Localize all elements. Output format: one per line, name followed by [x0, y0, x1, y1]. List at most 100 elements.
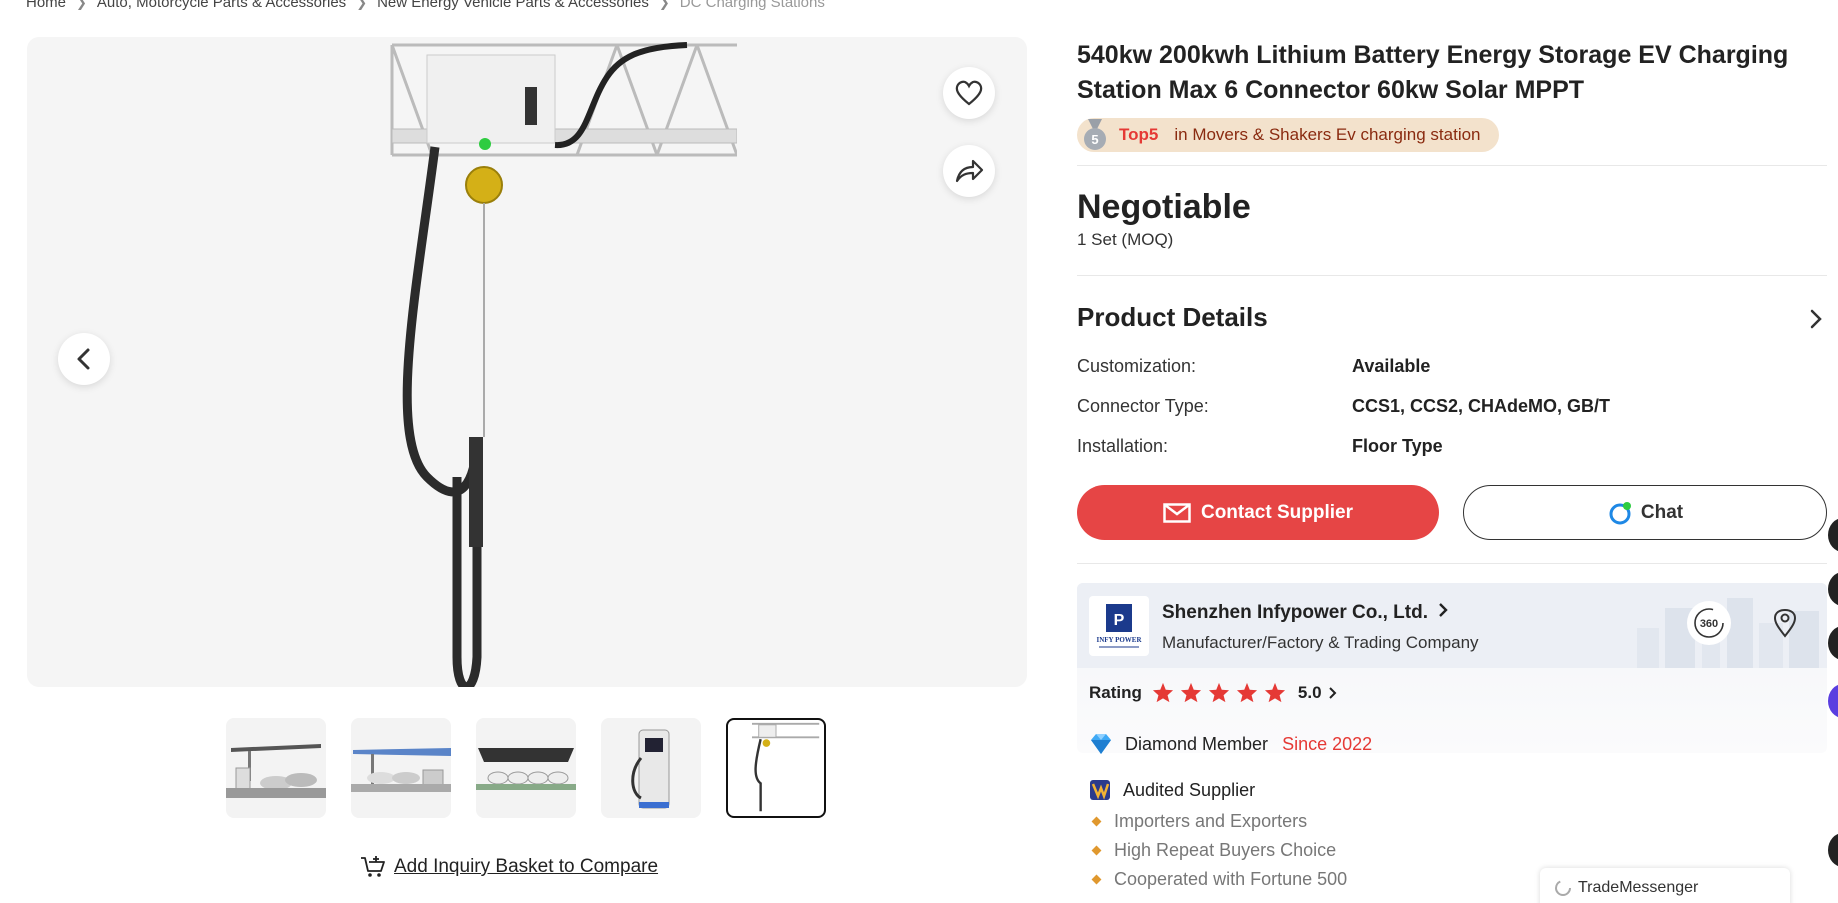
feature-repeat-buyers: High Repeat Buyers Choice	[1091, 840, 1337, 861]
thumbnail-image	[351, 748, 451, 792]
divider	[1077, 165, 1827, 166]
favorite-button[interactable]	[943, 67, 995, 119]
breadcrumb-home[interactable]: Home	[26, 0, 66, 11]
breadcrumb-current: DC Charging Stations	[679, 0, 825, 11]
divider	[1077, 275, 1827, 276]
thumbnail-4[interactable]	[601, 718, 701, 818]
divider	[1077, 563, 1827, 564]
heart-icon	[955, 80, 983, 106]
feature-label: Importers and Exporters	[1114, 811, 1308, 831]
chat-button[interactable]: Chat	[1463, 485, 1827, 540]
supplier-header: P INFY POWER Shenzhen Infypower Co., Ltd…	[1077, 583, 1827, 668]
share-button[interactable]	[943, 145, 995, 197]
spec-value-installation: Floor Type	[1352, 436, 1443, 456]
star-icon	[1236, 682, 1257, 703]
thumbnail-image	[752, 722, 820, 812]
star-icon	[1264, 682, 1285, 703]
rank-text: in Movers & Shakers Ev charging station	[1174, 125, 1481, 144]
floating-side-button[interactable]	[1828, 684, 1838, 718]
trademessenger-label: TradeMessenger	[1578, 879, 1699, 896]
thumbnail-image	[226, 744, 326, 798]
feature-importers: Importers and Exporters	[1091, 811, 1308, 832]
supplier-logo[interactable]: P INFY POWER	[1089, 596, 1149, 656]
spec-value-connector-type: CCS1, CCS2, CHAdeMO, GB/T	[1352, 396, 1611, 416]
chevron-right-icon: ❯	[658, 0, 670, 10]
breadcrumb-nev-parts[interactable]: New Energy Vehicle Parts & Accessories	[377, 0, 649, 11]
product-title: 540kw 200kwh Lithium Battery Energy Stor…	[1077, 41, 1789, 104]
prev-image-button[interactable]	[58, 333, 110, 385]
audited-badge-icon	[1090, 780, 1110, 800]
feature-label: High Repeat Buyers Choice	[1114, 840, 1337, 860]
product-details-title[interactable]: Product Details	[1077, 302, 1268, 333]
member-label: Diamond Member	[1125, 733, 1269, 754]
contact-supplier-button[interactable]: Contact Supplier	[1077, 485, 1439, 540]
contact-supplier-label: Contact Supplier	[1200, 501, 1353, 523]
thumbnail-image	[631, 729, 670, 809]
star-icon	[1152, 682, 1173, 703]
rank-top-label: Top5	[1119, 125, 1159, 144]
floating-side-button[interactable]	[1828, 572, 1838, 606]
medal-number: 5	[1091, 132, 1098, 147]
diamond-icon	[1091, 734, 1111, 754]
chevron-right-icon	[1810, 309, 1822, 329]
product-image-gallery[interactable]	[27, 37, 1027, 687]
360-label: 360	[1700, 618, 1718, 630]
audited-label: Audited Supplier	[1123, 779, 1256, 800]
floating-side-button[interactable]	[1828, 518, 1838, 552]
star-icon	[1208, 682, 1229, 703]
chat-label: Chat	[1640, 501, 1684, 523]
location-pin-icon	[1773, 608, 1797, 638]
share-icon	[955, 159, 984, 183]
location-button[interactable]	[1763, 601, 1807, 645]
bullet-icon	[1091, 874, 1102, 885]
chevron-left-icon	[77, 348, 90, 370]
supplier-card: P INFY POWER Shenzhen Infypower Co., Ltd…	[1077, 583, 1827, 753]
rating-row[interactable]: Rating 5.0	[1089, 682, 1338, 703]
breadcrumb: Home ❯ Auto, Motorcycle Parts & Accessor…	[26, 0, 825, 11]
rating-score: 5.0	[1297, 682, 1322, 702]
supplier-logo-text: INFY POWER	[1096, 636, 1142, 644]
cart-add-icon	[361, 856, 385, 877]
rating-label: Rating	[1089, 682, 1142, 702]
member-since: Since 2022	[1282, 733, 1373, 754]
chevron-right-icon: ❯	[356, 0, 368, 10]
spec-label-installation: Installation:	[1077, 436, 1169, 456]
floating-side-button[interactable]	[1828, 833, 1838, 867]
spec-label-connector-type: Connector Type:	[1077, 396, 1209, 416]
360-tour-button[interactable]: 360	[1687, 601, 1731, 645]
chevron-right-icon	[1439, 603, 1448, 617]
thumbnail-2[interactable]	[351, 718, 451, 818]
supplier-name-link[interactable]: Shenzhen Infypower Co., Ltd.	[1162, 602, 1449, 624]
thumbnail-5[interactable]	[726, 718, 826, 818]
breadcrumb-auto-parts[interactable]: Auto, Motorcycle Parts & Accessories	[97, 0, 346, 11]
mail-icon	[1163, 502, 1191, 523]
thumbnail-image	[476, 748, 576, 790]
inquiry-label: Add Inquiry Basket to Compare	[394, 856, 659, 877]
loading-spinner-icon	[1555, 880, 1571, 896]
supplier-logo-image: P INFY POWER	[1096, 604, 1142, 648]
svg-text:P: P	[1114, 612, 1125, 629]
thumbnail-3[interactable]	[476, 718, 576, 818]
feature-fortune-500: Cooperated with Fortune 500	[1091, 869, 1347, 890]
product-image	[390, 42, 737, 687]
360-view-icon: 360	[1694, 608, 1724, 638]
moq: 1 Set (MOQ)	[1077, 230, 1174, 249]
trademessenger-bar[interactable]: TradeMessenger	[1540, 868, 1790, 903]
chat-icon	[1609, 501, 1631, 524]
diamond-member-row[interactable]: Diamond Member Since 2022	[1089, 733, 1372, 755]
thumbnail-strip	[226, 718, 826, 818]
supplier-name: Shenzhen Infypower Co., Ltd.	[1162, 602, 1428, 623]
rank-badge[interactable]: 5 Top5 in Movers & Shakers Ev charging s…	[1077, 118, 1499, 152]
thumbnail-1[interactable]	[226, 718, 326, 818]
chevron-right-icon: ❯	[76, 0, 87, 10]
spec-value-customization: Available	[1352, 356, 1431, 376]
audited-supplier-row[interactable]: Audited Supplier	[1089, 779, 1255, 801]
spec-label-customization: Customization:	[1077, 356, 1197, 376]
bullet-icon	[1091, 845, 1102, 856]
product-details-arrow[interactable]	[1809, 308, 1823, 335]
bullet-icon	[1091, 816, 1102, 827]
add-inquiry-basket-link[interactable]: Add Inquiry Basket to Compare	[360, 855, 658, 879]
floating-side-button[interactable]	[1828, 626, 1838, 660]
medal-icon: 5	[1081, 118, 1109, 152]
supplier-type: Manufacturer/Factory & Trading Company	[1162, 633, 1479, 652]
